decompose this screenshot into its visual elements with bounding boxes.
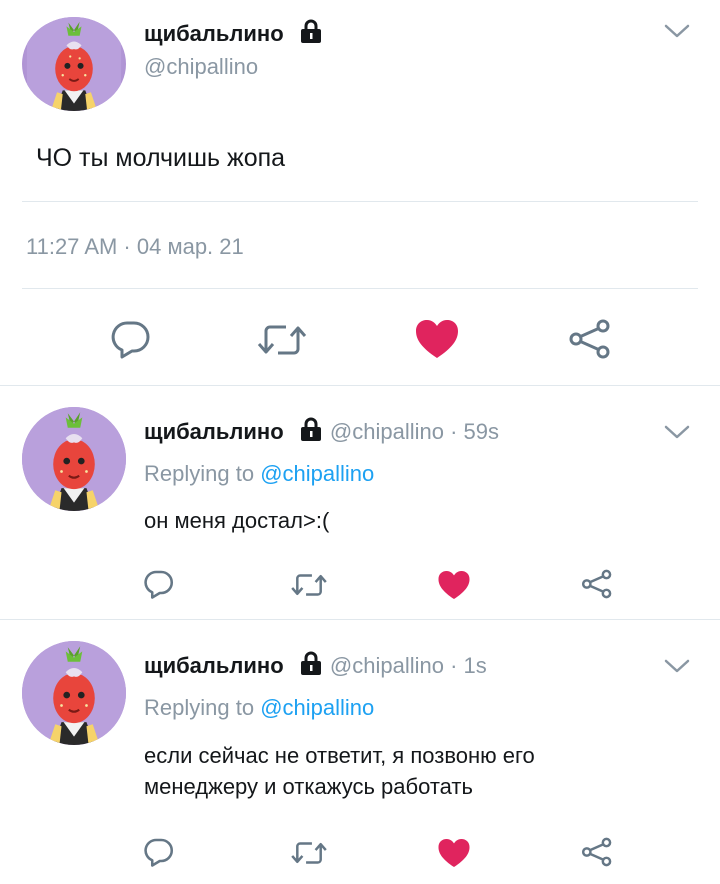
tweet-text-line: менеджеру и откажусь работать xyxy=(144,774,473,799)
reply-icon[interactable] xyxy=(143,569,175,604)
heart-icon[interactable] xyxy=(414,318,460,365)
mention-link[interactable]: @chipallino xyxy=(260,461,374,486)
avatar-image xyxy=(22,641,126,745)
display-name[interactable]: щибальлино xyxy=(144,419,284,444)
divider xyxy=(0,619,720,620)
tweet-header: щибальлино @chipallino · 59s xyxy=(144,416,499,448)
lock-icon xyxy=(298,416,324,448)
handle-time[interactable]: @chipallino · 59s xyxy=(330,419,499,444)
heart-icon[interactable] xyxy=(437,569,471,606)
heart-icon[interactable] xyxy=(437,837,471,874)
replying-to: Replying to @chipallino xyxy=(144,461,375,486)
reply-icon[interactable] xyxy=(110,319,152,364)
chevron-down-icon[interactable] xyxy=(663,423,691,446)
handle[interactable]: @chipallino xyxy=(144,54,258,80)
avatar[interactable] xyxy=(22,407,126,511)
retweet-icon[interactable] xyxy=(256,322,308,363)
divider xyxy=(22,288,698,289)
divider xyxy=(22,201,698,202)
avatar-image xyxy=(22,407,126,511)
lock-icon xyxy=(298,650,324,682)
share-icon[interactable] xyxy=(581,837,613,872)
reply-icon[interactable] xyxy=(143,837,175,872)
display-name[interactable]: щибальлино xyxy=(144,653,284,678)
replying-to: Replying to @chipallino xyxy=(144,695,375,720)
avatar[interactable] xyxy=(22,641,126,745)
tweet-text: ЧО ты молчишь жопа xyxy=(36,144,286,172)
retweet-icon[interactable] xyxy=(290,571,328,604)
tweet-text: если сейчас не ответит, я позвоню его ме… xyxy=(144,740,535,802)
avatar-image xyxy=(27,17,121,111)
chevron-down-icon[interactable] xyxy=(663,657,691,680)
avatar[interactable] xyxy=(22,17,126,111)
tweet-timestamp[interactable]: 11:27 AM · 04 мар. 21 xyxy=(26,234,244,260)
share-icon[interactable] xyxy=(581,569,613,604)
divider xyxy=(0,385,720,386)
share-icon[interactable] xyxy=(568,319,612,364)
tweet-text-line: если сейчас не ответит, я позвоню его xyxy=(144,743,535,768)
retweet-icon[interactable] xyxy=(290,839,328,872)
tweet-header: щибальлино @chipallino · 1s xyxy=(144,650,487,682)
chevron-down-icon[interactable] xyxy=(663,22,691,45)
lock-icon xyxy=(298,18,324,50)
mention-link[interactable]: @chipallino xyxy=(260,695,374,720)
display-name[interactable]: щибальлино xyxy=(144,18,324,50)
tweet-text: он меня достал>:( xyxy=(144,508,330,533)
handle-time[interactable]: @chipallino · 1s xyxy=(330,653,487,678)
